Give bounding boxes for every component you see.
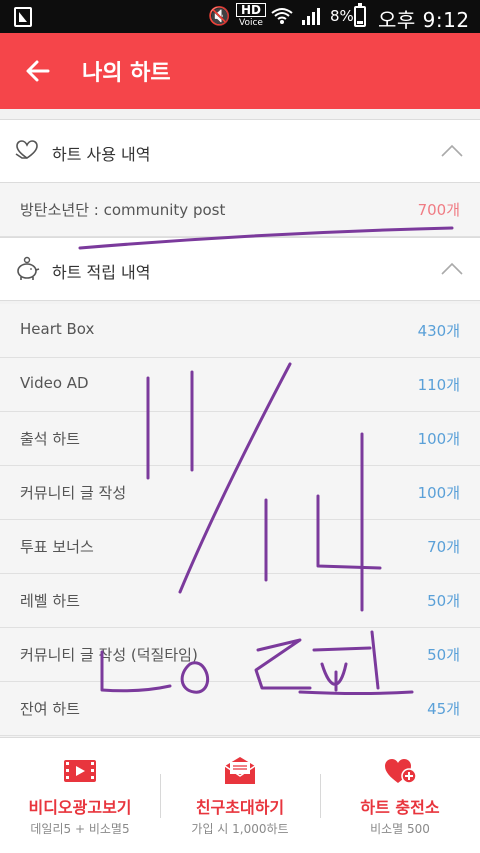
item-value: 700개: [417, 201, 460, 219]
item-label: Video AD: [20, 374, 89, 392]
status-bar: 🔇 HD Voice 8% 오후 9:12: [0, 0, 480, 33]
item-value: 45개: [427, 700, 460, 718]
list-item: 레벨 하트 50개: [0, 574, 480, 628]
usage-section-title: 하트 사용 내역: [52, 145, 151, 164]
item-label: 투표 보너스: [20, 538, 94, 556]
signal-icon: [302, 8, 320, 25]
battery-icon: [354, 3, 366, 27]
list-item: 잔여 하트 45개: [0, 682, 480, 736]
item-label: 잔여 하트: [20, 700, 80, 718]
page-title: 나의 하트: [82, 61, 171, 86]
chevron-up-icon[interactable]: [440, 262, 464, 276]
list-item: Heart Box 430개: [0, 304, 480, 358]
bottom-action-bar: 비디오광고보기 데일리5 + 비소멸5 친구초대하기 가입 시 1,000하트 …: [0, 737, 480, 853]
list-item: 커뮤니티 글 작성 100개: [0, 466, 480, 520]
item-value: 110개: [417, 376, 460, 394]
item-label: 커뮤니티 글 작성 (덕질타임): [20, 646, 198, 664]
hd-voice-indicator: HD Voice: [236, 3, 266, 28]
heart-plus-icon: [385, 759, 417, 784]
app-bar: 나의 하트: [0, 33, 480, 109]
wifi-icon: [271, 8, 293, 24]
mail-invite-icon: [224, 757, 256, 784]
list-item: Video AD 110개: [0, 358, 480, 412]
battery-percent: 8%: [330, 7, 354, 25]
earn-section-header[interactable]: 하트 적립 내역: [0, 237, 480, 301]
video-ad-subtitle: 데일리5 + 비소멸5: [30, 822, 130, 836]
item-label: 커뮤니티 글 작성: [20, 484, 127, 502]
invite-friend-subtitle: 가입 시 1,000하트: [191, 822, 289, 836]
usage-section-header[interactable]: 하트 사용 내역: [0, 119, 480, 183]
item-value: 50개: [427, 646, 460, 664]
heart-charge-title: 하트 충전소: [360, 798, 440, 817]
item-label: Heart Box: [20, 320, 95, 338]
heart-hands-icon: [15, 140, 38, 159]
invite-friend-button[interactable]: 친구초대하기 가입 시 1,000하트: [160, 738, 320, 853]
item-value: 70개: [427, 538, 460, 556]
video-ad-title: 비디오광고보기: [28, 798, 132, 817]
back-arrow-icon[interactable]: [24, 57, 52, 85]
item-label: 출석 하트: [20, 430, 80, 448]
video-icon: [64, 760, 96, 782]
list-item: 방탄소년단 : community post 700개: [0, 183, 480, 237]
list-item: 출석 하트 100개: [0, 412, 480, 466]
video-ad-button[interactable]: 비디오광고보기 데일리5 + 비소멸5: [0, 738, 160, 853]
list-item: 투표 보너스 70개: [0, 520, 480, 574]
mute-icon: 🔇: [208, 6, 231, 27]
item-value: 100개: [417, 430, 460, 448]
item-label: 레벨 하트: [20, 592, 80, 610]
heart-charge-subtitle: 비소멸 500: [370, 822, 430, 836]
invite-friend-title: 친구초대하기: [195, 798, 285, 817]
earn-section-title: 하트 적립 내역: [52, 263, 151, 282]
piggy-bank-icon: [17, 256, 40, 280]
list-item: 커뮤니티 글 작성 (덕질타임) 50개: [0, 628, 480, 682]
clock: 오후 9:12: [378, 8, 470, 32]
item-value: 100개: [417, 484, 460, 502]
notification-icon: [14, 7, 32, 27]
heart-history-list[interactable]: 하트 사용 내역 방탄소년단 : community post 700개 하트 …: [0, 109, 480, 737]
item-value: 50개: [427, 592, 460, 610]
item-label: 방탄소년단 : community post: [20, 201, 226, 219]
item-value: 430개: [417, 322, 460, 340]
voice-label: Voice: [239, 18, 263, 28]
hd-label: HD: [236, 3, 266, 17]
heart-charge-button[interactable]: 하트 충전소 비소멸 500: [320, 738, 480, 853]
chevron-up-icon[interactable]: [440, 144, 464, 158]
